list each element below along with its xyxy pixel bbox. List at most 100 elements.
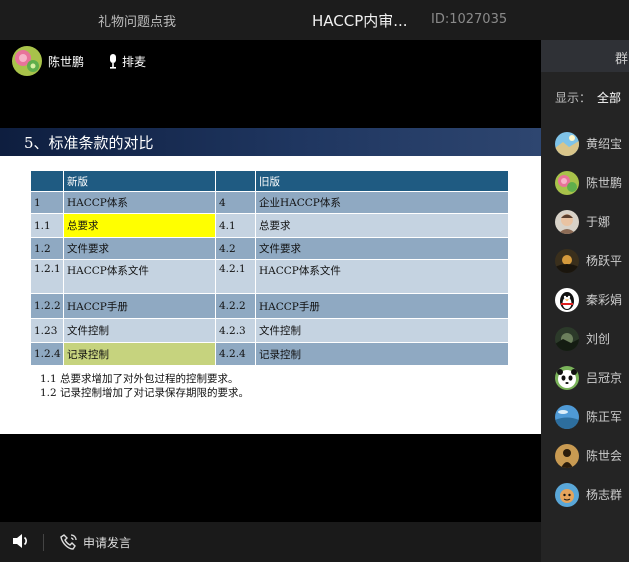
member-item[interactable]: 杨跃平 <box>555 241 622 280</box>
table-row: 1.2.4 记录控制 4.2.4 记录控制 <box>30 342 509 366</box>
note-line: 1.1 总要求增加了对外包过程的控制要求。 <box>40 373 239 385</box>
table-cell: HACCP体系文件 <box>255 259 509 294</box>
portrait-avatar-icon <box>555 209 579 234</box>
table-row: 1.2 文件要求 4.2 文件要求 <box>30 237 509 260</box>
slide-title-bar: 5、标准条款的对比 <box>0 128 541 156</box>
table-cell: 1.2 <box>30 237 64 260</box>
member-item[interactable]: 黄绍宝 <box>555 124 622 163</box>
member-panel: 群 显示： 全部 黄绍宝 陈世鹏 于娜 杨跃平 秦彩娟 刘创 吕冠京 陈正军 陈… <box>541 40 629 562</box>
top-bar: 礼物问题点我 HACCP内审... ID:1027035 <box>0 0 629 40</box>
table-row: 1.2.1 HACCP体系文件 4.2.1 HACCP体系文件 <box>30 259 509 294</box>
filter-value: 全部 <box>597 91 622 105</box>
microphone-icon <box>110 53 117 69</box>
table-cell: HACCP手册 <box>63 293 216 319</box>
request-speak-label: 申请发言 <box>83 535 132 550</box>
table-cell: 4.2.4 <box>215 342 256 366</box>
member-name: 刘创 <box>586 332 611 346</box>
note-line: 1.2 记录控制增加了对记录保存期限的要求。 <box>40 387 250 399</box>
member-name: 陈世会 <box>586 449 623 463</box>
member-name: 陈正军 <box>586 410 623 424</box>
silhouette-avatar-icon <box>555 443 579 468</box>
member-item[interactable]: 秦彩娟 <box>555 280 622 319</box>
queue-mic-label: 排麦 <box>122 54 147 69</box>
table-cell-highlighted: 记录控制 <box>63 342 216 366</box>
table-cell: 记录控制 <box>255 342 509 366</box>
member-name: 吕冠京 <box>586 371 623 385</box>
qq-penguin-avatar-icon <box>555 287 579 312</box>
member-name: 黄绍宝 <box>586 137 623 151</box>
table-cell: HACCP手册 <box>255 293 509 319</box>
night-avatar-icon <box>555 248 579 273</box>
member-name: 陈世鹏 <box>586 176 623 190</box>
table-cell: 4.2.3 <box>215 318 256 343</box>
presenter-name: 陈世鹏 <box>48 54 85 69</box>
speaker-icon <box>13 534 27 548</box>
slide-notes: 1.1 总要求增加了对外包过程的控制要求。 1.2 记录控制增加了对记录保存期限… <box>40 372 249 400</box>
dark-landscape-avatar-icon <box>555 326 579 351</box>
table-cell: 4.2.2 <box>215 293 256 319</box>
table-row: 1 HACCP体系 4 企业HACCP体系 <box>30 191 509 214</box>
member-name: 杨志群 <box>586 488 623 502</box>
table-cell: 1.23 <box>30 318 64 343</box>
flower-avatar-icon <box>555 170 579 195</box>
table-header-cell <box>215 170 256 192</box>
presenter-info: 陈世鹏 排麦 <box>12 46 146 76</box>
table-row: 1.1 总要求 4.1 总要求 <box>30 213 509 238</box>
member-item[interactable]: 陈正军 <box>555 397 622 436</box>
gift-help-link[interactable]: 礼物问题点我 <box>98 11 176 30</box>
table-row: 1.2.2 HACCP手册 4.2.2 HACCP手册 <box>30 293 509 319</box>
landscape-avatar-icon <box>555 131 579 156</box>
bottom-bar: 申请发言 <box>0 522 541 562</box>
group-tab[interactable]: 群 <box>541 40 629 72</box>
table-cell: 1.2.1 <box>30 259 64 294</box>
member-name: 于娜 <box>586 215 611 229</box>
member-filter[interactable]: 显示： 全部 <box>555 89 621 106</box>
table-cell: 4.1 <box>215 213 256 238</box>
member-item[interactable]: 吕冠京 <box>555 358 622 397</box>
flower-avatar-icon <box>12 46 42 76</box>
queue-mic-button[interactable]: 排麦 <box>108 53 146 70</box>
member-item[interactable]: 于娜 <box>555 202 622 241</box>
table-cell: 文件控制 <box>255 318 509 343</box>
phone-icon <box>60 534 77 550</box>
room-title: HACCP内审... <box>312 12 408 30</box>
member-item[interactable]: 陈世会 <box>555 436 622 475</box>
member-item[interactable]: 杨志群 <box>555 475 622 514</box>
table-cell: 1 <box>30 191 64 214</box>
cartoon-avatar-icon <box>555 482 579 507</box>
table-cell: HACCP体系文件 <box>63 259 216 294</box>
member-item[interactable]: 陈世鹏 <box>555 163 622 202</box>
sky-avatar-icon <box>555 404 579 429</box>
table-cell: HACCP体系 <box>63 191 216 214</box>
table-header-cell <box>30 170 64 192</box>
divider <box>43 534 44 551</box>
table-cell: 4.2 <box>215 237 256 260</box>
table-cell: 1.2.2 <box>30 293 64 319</box>
table-cell: 1.1 <box>30 213 64 238</box>
table-cell: 1.2.4 <box>30 342 64 366</box>
room-id: ID:1027035 <box>431 12 508 27</box>
table-cell: 文件要求 <box>255 237 509 260</box>
table-cell: 4 <box>215 191 256 214</box>
table-cell-highlighted: 总要求 <box>63 213 216 238</box>
table-header-cell: 新版 <box>63 170 216 192</box>
filter-label: 显示： <box>555 91 592 105</box>
comparison-table: 新版 旧版 1 HACCP体系 4 企业HACCP体系 1.1 总要求 4.1 … <box>30 170 509 366</box>
slide-title: 5、标准条款的对比 <box>24 134 154 152</box>
member-item[interactable]: 刘创 <box>555 319 622 358</box>
table-cell: 4.2.1 <box>215 259 256 294</box>
table-row: 1.23 文件控制 4.2.3 文件控制 <box>30 318 509 343</box>
member-name: 秦彩娟 <box>586 293 623 307</box>
member-name: 杨跃平 <box>586 254 623 268</box>
table-cell: 总要求 <box>255 213 509 238</box>
table-header-cell: 旧版 <box>255 170 509 192</box>
table-cell: 企业HACCP体系 <box>255 191 509 214</box>
table-cell: 文件要求 <box>63 237 216 260</box>
table-cell: 文件控制 <box>63 318 216 343</box>
slide-content: 新版 旧版 1 HACCP体系 4 企业HACCP体系 1.1 总要求 4.1 … <box>0 156 541 434</box>
request-speak-button[interactable]: 申请发言 <box>60 533 131 551</box>
group-tab-label: 群 <box>615 52 629 67</box>
panda-avatar-icon <box>555 365 579 390</box>
volume-button[interactable] <box>12 533 30 553</box>
presenter-avatar[interactable] <box>12 46 42 76</box>
